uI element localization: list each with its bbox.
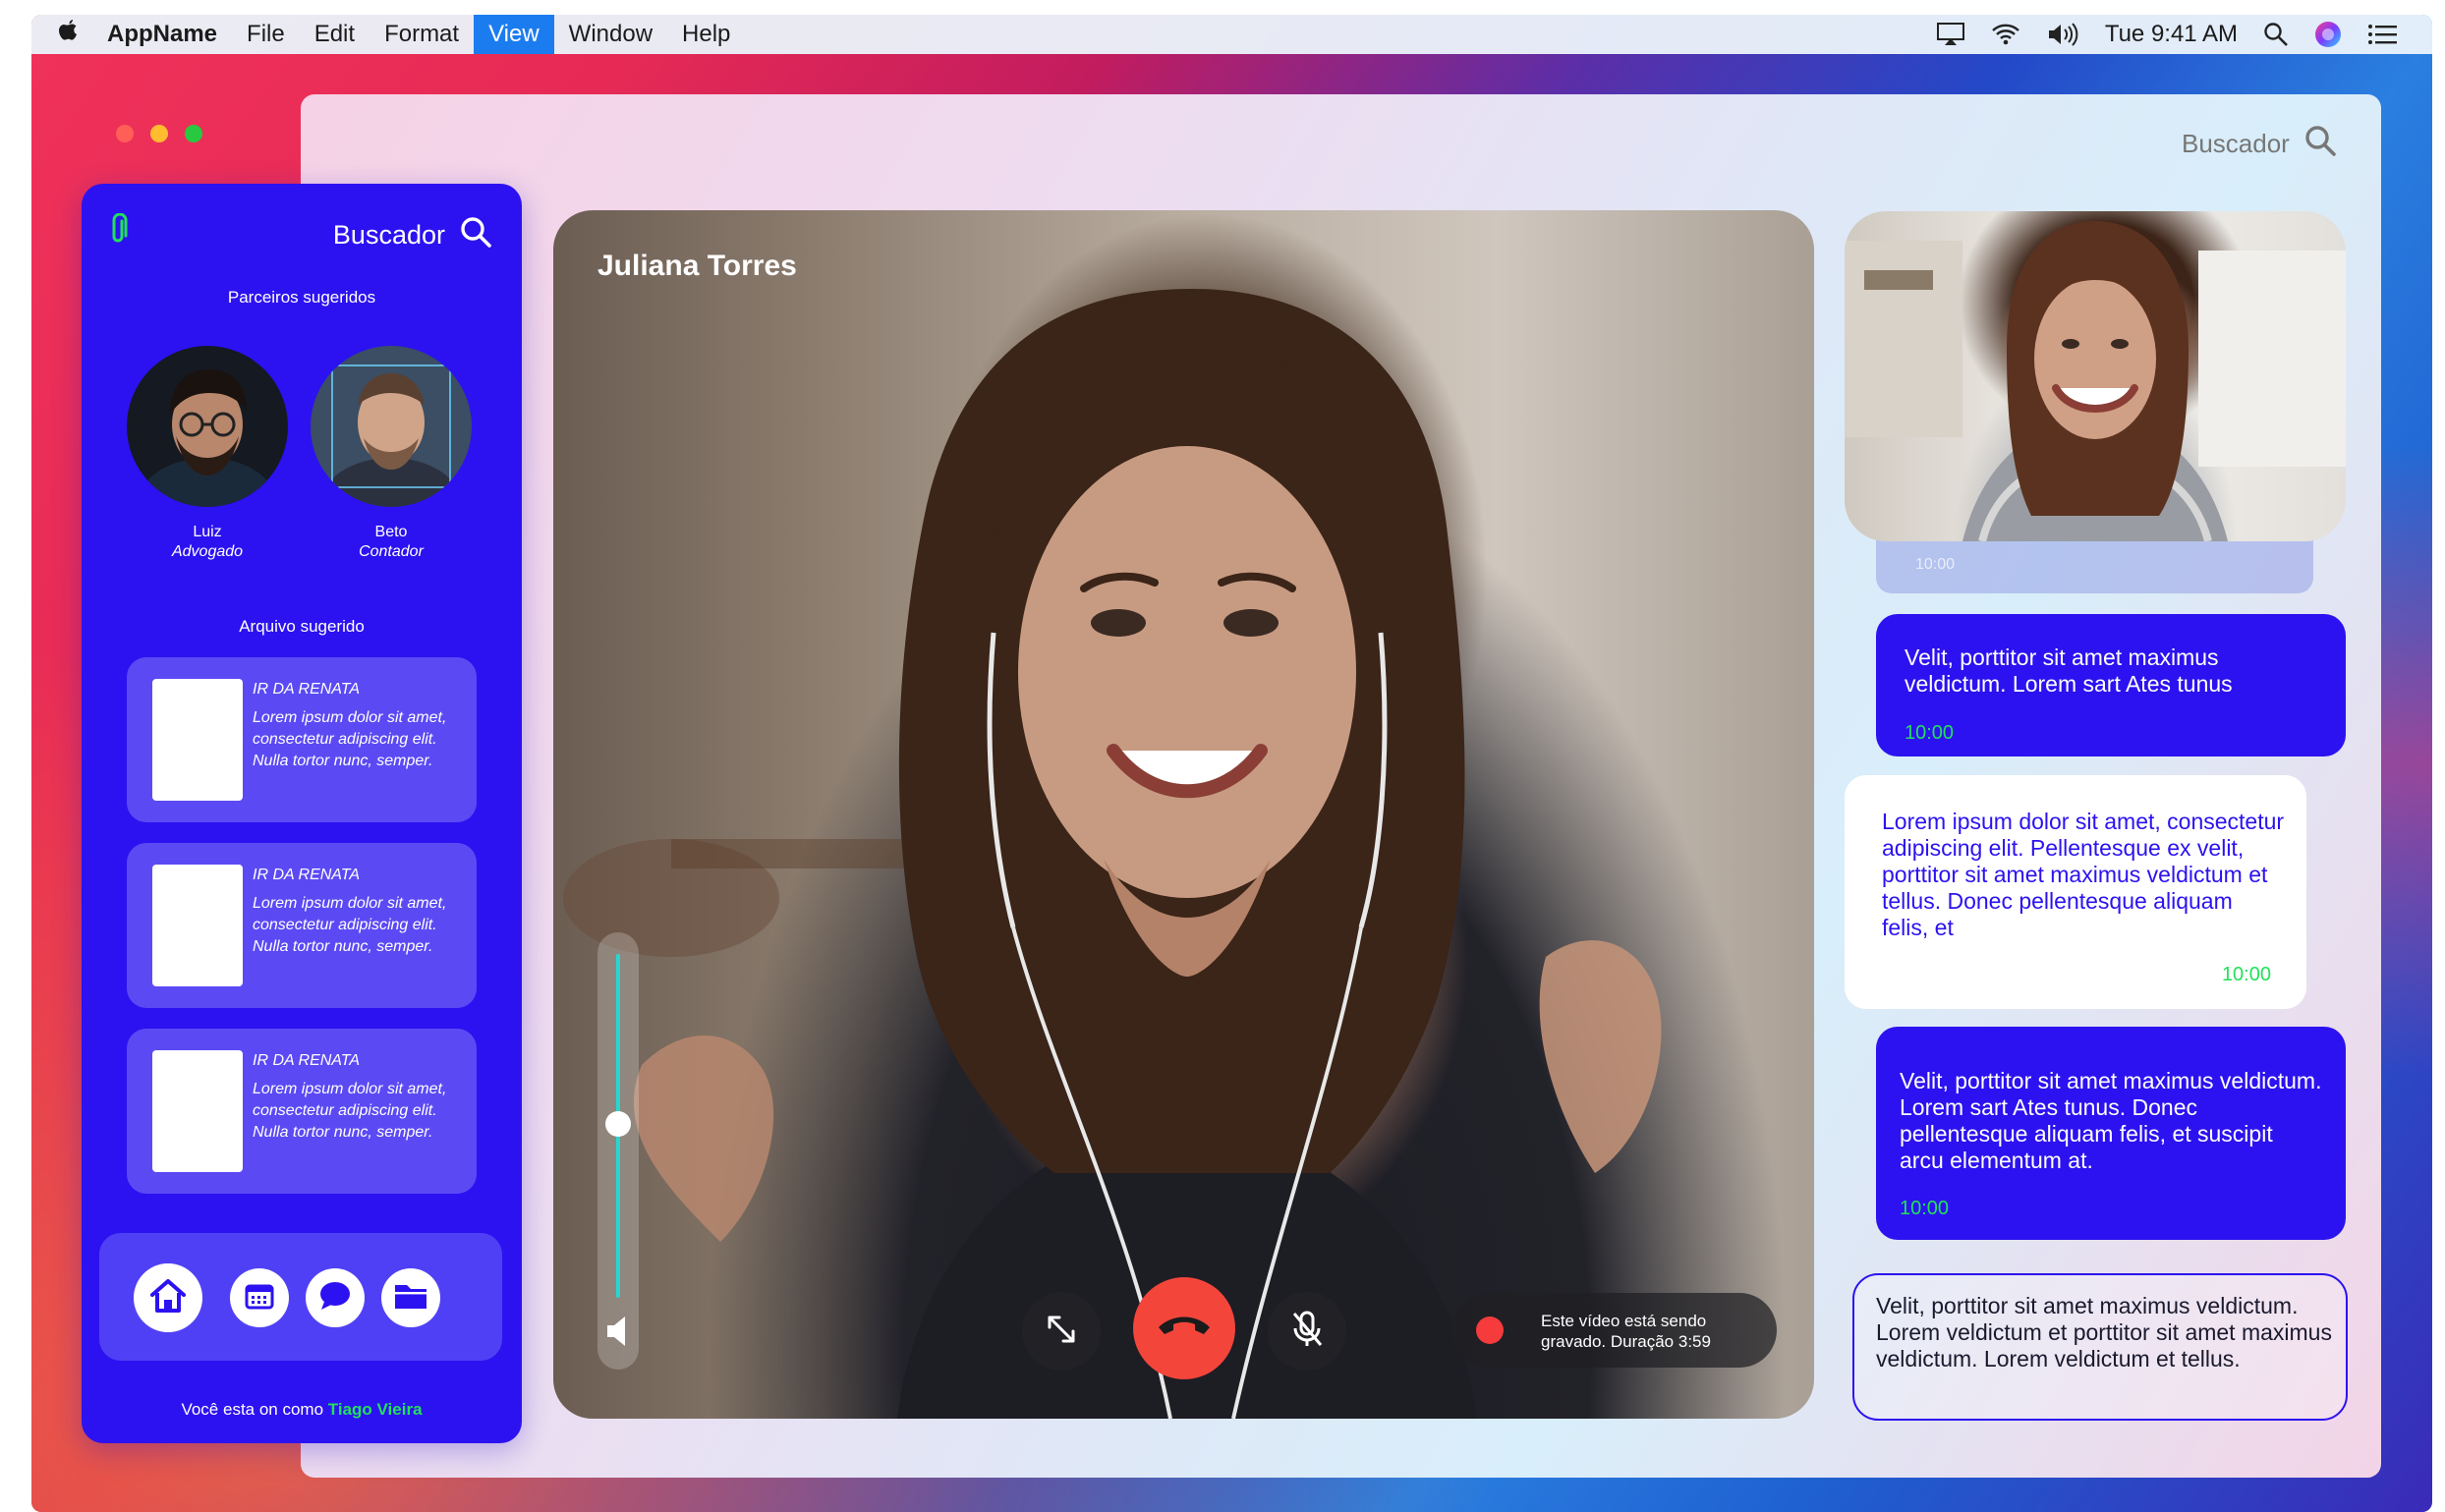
main-video-feed: Juliana Torres Este vídeo está sendo gra… bbox=[553, 210, 1814, 1419]
logged-in-status: Você esta on como Tiago Vieira bbox=[82, 1400, 522, 1420]
partner-role: Advogado bbox=[171, 543, 244, 560]
partner-role: Contador bbox=[359, 543, 424, 560]
files-heading: Arquivo sugerido bbox=[239, 617, 365, 636]
partner-name: Luiz bbox=[193, 524, 222, 540]
partners-heading: Parceiros sugeridos bbox=[227, 288, 376, 307]
file-text: IR DA RENATA Lorem ipsum dolor sit amet,… bbox=[253, 1050, 469, 1144]
partner-name: Beto bbox=[374, 524, 408, 540]
microphone-off-icon bbox=[1290, 1310, 1324, 1354]
file-description: Lorem ipsum dolor sit amet, consectetur … bbox=[253, 709, 447, 769]
end-call-button[interactable] bbox=[1133, 1277, 1235, 1379]
menu-clock[interactable]: Tue 9:41 AM bbox=[2105, 21, 2238, 48]
folder-button[interactable] bbox=[381, 1268, 440, 1327]
control-center-icon[interactable] bbox=[2367, 23, 2399, 46]
avatar bbox=[127, 346, 288, 507]
wifi-icon[interactable] bbox=[1991, 23, 2020, 46]
suggested-file-card[interactable]: IR DA RENATA Lorem ipsum dolor sit amet,… bbox=[127, 843, 477, 1008]
window-traffic-lights bbox=[116, 125, 202, 142]
attachment-logo-icon bbox=[107, 212, 129, 252]
sidebar-search[interactable]: Buscador bbox=[333, 215, 492, 255]
chat-message-incoming: Velit, porttitor sit amet maximus veldic… bbox=[1876, 614, 2346, 756]
menu-extras: Tue 9:41 AM bbox=[1936, 21, 2399, 48]
recording-indicator: Este vídeo está sendo gravado. Duração 3… bbox=[1452, 1293, 1777, 1368]
message-text: Velit, porttitor sit amet maximus veldic… bbox=[1900, 1068, 2322, 1173]
chat-message-incoming: Velit, porttitor sit amet maximus veldic… bbox=[1876, 1027, 2346, 1240]
partner-card-luiz[interactable]: Luiz Advogado bbox=[127, 346, 288, 562]
menu-file[interactable]: File bbox=[232, 15, 300, 54]
menu-app-name[interactable]: AppName bbox=[92, 15, 232, 54]
expand-arrows-icon bbox=[1044, 1312, 1079, 1352]
apple-icon[interactable] bbox=[43, 19, 92, 51]
document-thumbnail bbox=[152, 865, 243, 986]
siri-icon[interactable] bbox=[2314, 21, 2342, 48]
search-icon bbox=[2303, 124, 2337, 164]
message-text: Lorem ipsum dolor sit amet, consectetur … bbox=[1882, 809, 2285, 940]
message-text: Velit, porttitor sit amet maximus veldic… bbox=[1905, 644, 2233, 697]
caller-name: Juliana Torres bbox=[597, 250, 797, 282]
bottom-nav bbox=[99, 1233, 502, 1361]
file-text: IR DA RENATA Lorem ipsum dolor sit amet,… bbox=[253, 865, 469, 958]
menu-view[interactable]: View bbox=[474, 15, 554, 54]
recording-status-text: Este vídeo está sendo gravado. Duração 3… bbox=[1541, 1312, 1711, 1351]
zoom-window-button[interactable] bbox=[185, 125, 202, 142]
sidebar: Buscador Parceiros sugeridos Luiz Advoga… bbox=[82, 184, 522, 1443]
suggested-file-card[interactable]: IR DA RENATA Lorem ipsum dolor sit amet,… bbox=[127, 657, 477, 822]
hang-up-phone-icon bbox=[1155, 1312, 1214, 1346]
file-description: Lorem ipsum dolor sit amet, consectetur … bbox=[253, 1081, 447, 1141]
volume-slider-handle[interactable] bbox=[605, 1111, 631, 1137]
file-description: Lorem ipsum dolor sit amet, consectetur … bbox=[253, 895, 447, 955]
home-button[interactable] bbox=[134, 1263, 202, 1332]
fullscreen-button[interactable] bbox=[1022, 1292, 1101, 1371]
chat-bubble-icon bbox=[316, 1278, 354, 1318]
speaker-icon bbox=[605, 1314, 631, 1354]
partner-card-beto[interactable]: Beto Contador bbox=[311, 346, 472, 562]
chat-message-draft[interactable]: Velit, porttitor sit amet maximus veldic… bbox=[1852, 1273, 2348, 1421]
document-thumbnail bbox=[152, 679, 243, 801]
search-icon bbox=[459, 215, 492, 255]
chat-button[interactable] bbox=[306, 1268, 365, 1327]
menu-format[interactable]: Format bbox=[370, 15, 474, 54]
menu-help[interactable]: Help bbox=[667, 15, 745, 54]
window-search[interactable]: Buscador bbox=[2182, 124, 2337, 164]
mute-microphone-button[interactable] bbox=[1268, 1292, 1346, 1371]
menu-window[interactable]: Window bbox=[554, 15, 667, 54]
menu-edit[interactable]: Edit bbox=[300, 15, 370, 54]
volume-icon[interactable] bbox=[2046, 22, 2079, 47]
file-title: IR DA RENATA bbox=[253, 867, 361, 883]
logged-in-prefix: Você esta on como bbox=[181, 1400, 324, 1419]
airplay-icon[interactable] bbox=[1936, 22, 1965, 47]
caller-video-frame bbox=[563, 289, 1662, 1419]
suggested-file-card[interactable]: IR DA RENATA Lorem ipsum dolor sit amet,… bbox=[127, 1029, 477, 1194]
calendar-icon bbox=[242, 1278, 277, 1318]
file-title: IR DA RENATA bbox=[253, 1052, 361, 1069]
avatar bbox=[311, 346, 472, 507]
document-thumbnail bbox=[152, 1050, 243, 1172]
self-video-thumbnail[interactable] bbox=[1845, 211, 2346, 541]
sidebar-search-label: Buscador bbox=[332, 220, 445, 250]
calendar-button[interactable] bbox=[230, 1268, 289, 1327]
menu-bar: AppName File Edit Format View Window Hel… bbox=[31, 15, 2432, 54]
chat-message-outgoing: Lorem ipsum dolor sit amet, consectetur … bbox=[1845, 775, 2306, 1009]
message-time: 10:00 bbox=[2221, 964, 2271, 985]
folder-icon bbox=[392, 1279, 429, 1317]
file-title: IR DA RENATA bbox=[253, 681, 361, 698]
spotlight-search-icon[interactable] bbox=[2263, 22, 2289, 47]
window-search-label: Buscador bbox=[2182, 129, 2290, 158]
thumbnail-video-frame bbox=[1845, 221, 2346, 541]
message-time: 10:00 bbox=[1900, 1198, 1950, 1219]
message-text: Velit, porttitor sit amet maximus veldic… bbox=[1876, 1293, 2332, 1372]
home-icon bbox=[146, 1274, 190, 1322]
volume-slider[interactable] bbox=[597, 932, 639, 1370]
thumbnail-time: 10:00 bbox=[1915, 556, 1956, 573]
minimize-window-button[interactable] bbox=[150, 125, 168, 142]
message-time: 10:00 bbox=[1905, 722, 1955, 744]
file-text: IR DA RENATA Lorem ipsum dolor sit amet,… bbox=[253, 679, 469, 772]
close-window-button[interactable] bbox=[116, 125, 134, 142]
recording-dot-icon bbox=[1476, 1316, 1504, 1344]
logged-in-user[interactable]: Tiago Vieira bbox=[328, 1400, 423, 1419]
